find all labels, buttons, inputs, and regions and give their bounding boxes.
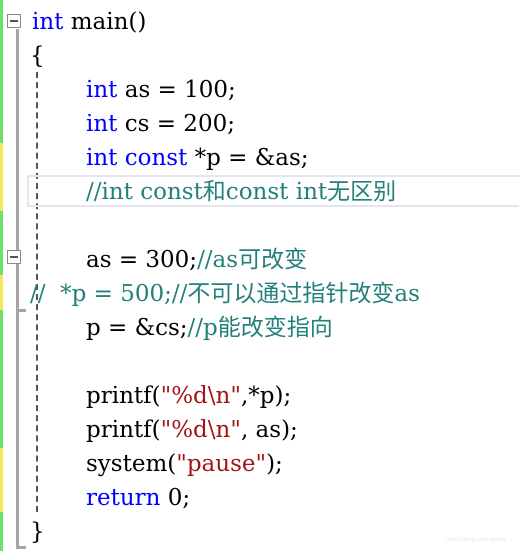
watermark: https://blog.csdn.net/qq_... [445, 537, 513, 543]
code-token: main() [63, 9, 147, 35]
outline-line [16, 29, 19, 548]
keyword-token: int [86, 77, 118, 103]
string-token: "pause" [176, 451, 267, 477]
change-indicator-saved [0, 512, 3, 551]
change-indicator-unsaved [0, 448, 3, 512]
code-token: as = 100; [117, 77, 236, 103]
change-indicator-saved [0, 310, 3, 448]
code-token: as = 300; [86, 247, 198, 273]
code-token: ); [266, 451, 283, 477]
code-token: cs = 200; [117, 111, 235, 137]
code-token: , as); [240, 417, 298, 443]
string-token: "%d\n" [160, 417, 241, 443]
outline-end-tick [16, 309, 26, 312]
change-indicator-saved [0, 0, 3, 143]
code-line[interactable]: } [30, 515, 45, 549]
code-token: *p = &as; [187, 145, 309, 171]
code-token: ,*p); [240, 383, 292, 409]
keyword-token: int [86, 111, 118, 137]
change-indicator-unsaved [0, 275, 3, 310]
code-line[interactable]: p = &cs;//p能改变指向 [86, 311, 333, 345]
code-line[interactable]: //int const和const int无区别 [86, 175, 396, 209]
change-indicator-unsaved [0, 143, 3, 211]
comment-token: //p能改变指向 [187, 315, 333, 341]
code-token: p = &cs; [86, 315, 188, 341]
code-token: system( [86, 451, 177, 477]
code-line[interactable]: int cs = 200; [86, 107, 235, 141]
collapse-toggle-icon[interactable] [7, 250, 21, 264]
string-token: "%d\n" [160, 383, 241, 409]
code-line[interactable]: int main() [32, 5, 146, 39]
code-token: } [30, 519, 45, 545]
keyword-token: int [32, 9, 64, 35]
code-line[interactable]: as = 300;//as可改变 [86, 243, 307, 277]
code-line[interactable]: return 0; [86, 481, 190, 515]
code-token: 0; [160, 485, 191, 511]
collapse-toggle-icon[interactable] [7, 14, 21, 28]
code-line[interactable]: printf("%d\n", as); [86, 413, 298, 447]
code-line[interactable]: // *p = 500;//不可以通过指针改变as [30, 277, 420, 311]
code-line[interactable]: system("pause"); [86, 447, 283, 481]
code-token: printf( [86, 383, 161, 409]
code-editor[interactable]: int main(){int as = 100; int cs = 200; int… [0, 0, 519, 551]
comment-token: // *p = 500;//不可以通过指针改变as [30, 281, 420, 307]
comment-token: //as可改变 [197, 247, 308, 273]
outline-end-tick [16, 546, 26, 549]
code-line[interactable]: int as = 100; [86, 73, 236, 107]
keyword-token: return [86, 485, 161, 511]
code-token: { [30, 43, 45, 69]
comment-token: //int const和const int无区别 [86, 179, 397, 205]
code-line[interactable]: int const *p = &as; [86, 141, 309, 175]
keyword-token: int [86, 145, 118, 171]
change-indicator-saved [0, 211, 3, 275]
keyword-token: const [124, 145, 188, 171]
code-line[interactable]: { [30, 39, 45, 73]
code-token: printf( [86, 417, 161, 443]
code-line[interactable]: printf("%d\n",*p); [86, 379, 291, 413]
